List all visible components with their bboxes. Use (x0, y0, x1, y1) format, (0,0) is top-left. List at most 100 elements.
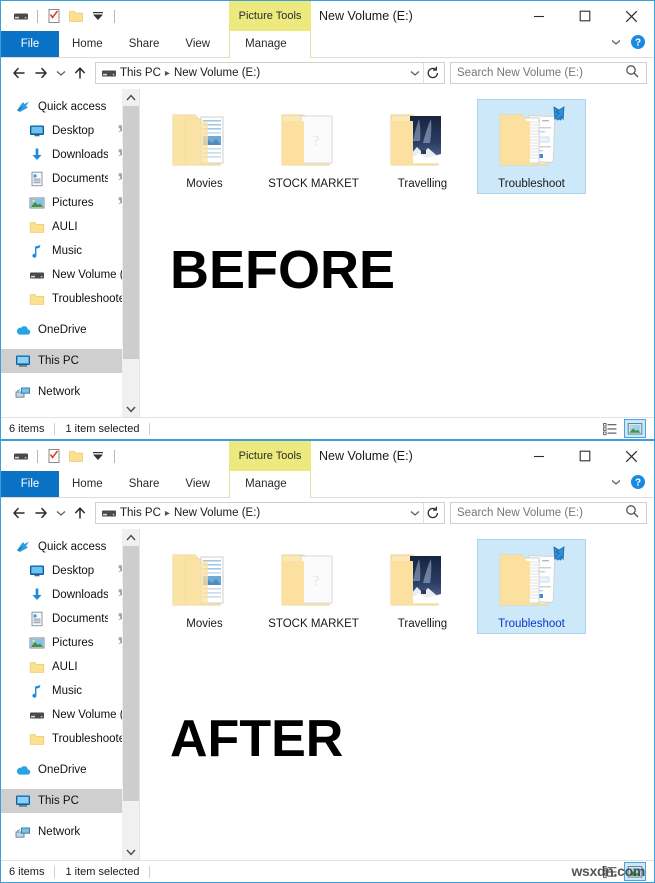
sidebar-item-troubleshooter-w[interactable]: Troubleshooter W (1, 287, 139, 311)
tab-file[interactable]: File (1, 471, 59, 497)
breadcrumb-item[interactable]: This PC (120, 67, 161, 79)
sidebar-item-quick-access[interactable]: Quick access (1, 95, 139, 119)
qat-new-folder-icon[interactable] (65, 445, 87, 467)
sidebar-item-pictures[interactable]: Pictures (1, 631, 139, 655)
back-button[interactable] (8, 501, 30, 525)
refresh-button[interactable] (423, 63, 442, 83)
maximize-button[interactable] (562, 1, 608, 31)
tab-view[interactable]: View (172, 31, 223, 57)
scrollbar-track[interactable] (122, 106, 139, 400)
file-item[interactable]: Travelling (368, 99, 477, 194)
sidebar-item-this-pc[interactable]: This PC (1, 349, 139, 373)
qat-properties-icon[interactable] (43, 5, 65, 27)
file-item[interactable]: Movies (150, 99, 259, 194)
scroll-up-button[interactable] (122, 89, 139, 106)
maximize-button[interactable] (562, 441, 608, 471)
tab-view[interactable]: View (172, 471, 223, 497)
recent-locations-button[interactable] (52, 61, 69, 85)
search-icon[interactable] (624, 503, 640, 524)
qat-properties-icon[interactable] (43, 445, 65, 467)
details-view-button[interactable] (599, 419, 621, 438)
navigation-scrollbar[interactable] (122, 89, 139, 417)
help-icon[interactable]: ? (630, 34, 646, 55)
scroll-down-button[interactable] (122, 400, 139, 417)
search-input[interactable]: Search New Volume (E:) (457, 507, 624, 519)
sidebar-item-desktop[interactable]: Desktop (1, 119, 139, 143)
sidebar-item-new-volume-e[interactable]: New Volume (E:) (1, 703, 139, 727)
qat-drive-icon[interactable] (10, 445, 32, 467)
refresh-button[interactable] (423, 503, 442, 523)
tab-home[interactable]: Home (59, 31, 116, 57)
tab-manage[interactable]: Manage (232, 471, 300, 497)
sidebar-item-quick-access[interactable]: Quick access (1, 535, 139, 559)
qat-customize-quick-access-icon[interactable] (87, 445, 109, 467)
sidebar-item-network[interactable]: Network (1, 380, 139, 404)
search-input[interactable]: Search New Volume (E:) (457, 67, 624, 79)
sidebar-item-documents[interactable]: Documents (1, 607, 139, 631)
forward-button[interactable] (30, 501, 52, 525)
sidebar-item-onedrive[interactable]: OneDrive (1, 758, 139, 782)
scrollbar-thumb[interactable] (122, 106, 139, 359)
sidebar-item-downloads[interactable]: Downloads (1, 583, 139, 607)
breadcrumb-item[interactable]: New Volume (E:) (174, 67, 260, 79)
file-item[interactable]: ? STOCK MARKET (259, 539, 368, 634)
sidebar-item-music[interactable]: Music (1, 679, 139, 703)
tab-home[interactable]: Home (59, 471, 116, 497)
sidebar-item-this-pc[interactable]: This PC (1, 789, 139, 813)
recent-locations-button[interactable] (52, 501, 69, 525)
close-button[interactable] (608, 441, 654, 471)
back-button[interactable] (8, 61, 30, 85)
scrollbar-track[interactable] (122, 546, 139, 843)
file-item[interactable]: Troubleshoot (477, 539, 586, 634)
file-item[interactable]: Travelling (368, 539, 477, 634)
sidebar-item-auli[interactable]: AULI (1, 215, 139, 239)
breadcrumb-item[interactable]: This PC (120, 507, 161, 519)
up-button[interactable] (69, 501, 91, 525)
search-box[interactable]: Search New Volume (E:) (450, 502, 647, 524)
sidebar-item-documents[interactable]: Documents (1, 167, 139, 191)
breadcrumb-item[interactable]: New Volume (E:) (174, 507, 260, 519)
file-list-view[interactable]: Movies? STOCK MARKET Travelling Troubleshoo… (139, 89, 654, 417)
large-icons-view-button[interactable] (624, 419, 646, 438)
scrollbar-thumb[interactable] (122, 546, 139, 802)
address-bar[interactable]: This PC ▸ New Volume (E:) (95, 502, 445, 524)
sidebar-item-troubleshooter-w[interactable]: Troubleshooter W (1, 727, 139, 751)
scroll-down-button[interactable] (122, 843, 139, 860)
address-bar[interactable]: This PC ▸ New Volume (E:) (95, 62, 445, 84)
picture-tools-context-tab[interactable]: Picture Tools (229, 441, 311, 471)
file-item[interactable]: Movies (150, 539, 259, 634)
collapse-ribbon-icon[interactable] (608, 34, 624, 55)
file-item[interactable]: Troubleshoot (477, 99, 586, 194)
sidebar-item-auli[interactable]: AULI (1, 655, 139, 679)
qat-customize-quick-access-icon[interactable] (87, 5, 109, 27)
close-button[interactable] (608, 1, 654, 31)
minimize-button[interactable] (516, 441, 562, 471)
sidebar-item-desktop[interactable]: Desktop (1, 559, 139, 583)
sidebar-item-pictures[interactable]: Pictures (1, 191, 139, 215)
address-dropdown-icon[interactable] (407, 65, 423, 81)
help-icon[interactable]: ? (630, 474, 646, 495)
scroll-up-button[interactable] (122, 529, 139, 546)
forward-button[interactable] (30, 61, 52, 85)
sidebar-item-music[interactable]: Music (1, 239, 139, 263)
file-item[interactable]: ? STOCK MARKET (259, 99, 368, 194)
qat-drive-icon[interactable] (10, 5, 32, 27)
qat-new-folder-icon[interactable] (65, 5, 87, 27)
tab-share[interactable]: Share (116, 471, 173, 497)
file-list-view[interactable]: Movies? STOCK MARKET Travelling Troubleshoo… (139, 529, 654, 860)
picture-tools-context-tab[interactable]: Picture Tools (229, 1, 311, 31)
navigation-scrollbar[interactable] (122, 529, 139, 860)
sidebar-item-onedrive[interactable]: OneDrive (1, 318, 139, 342)
tab-manage[interactable]: Manage (232, 31, 300, 57)
up-button[interactable] (69, 61, 91, 85)
search-box[interactable]: Search New Volume (E:) (450, 62, 647, 84)
sidebar-item-downloads[interactable]: Downloads (1, 143, 139, 167)
sidebar-item-network[interactable]: Network (1, 820, 139, 844)
search-icon[interactable] (624, 63, 640, 84)
sidebar-item-new-volume-e[interactable]: New Volume (E:) (1, 263, 139, 287)
tab-share[interactable]: Share (116, 31, 173, 57)
collapse-ribbon-icon[interactable] (608, 474, 624, 495)
address-dropdown-icon[interactable] (407, 505, 423, 521)
minimize-button[interactable] (516, 1, 562, 31)
tab-file[interactable]: File (1, 31, 59, 57)
